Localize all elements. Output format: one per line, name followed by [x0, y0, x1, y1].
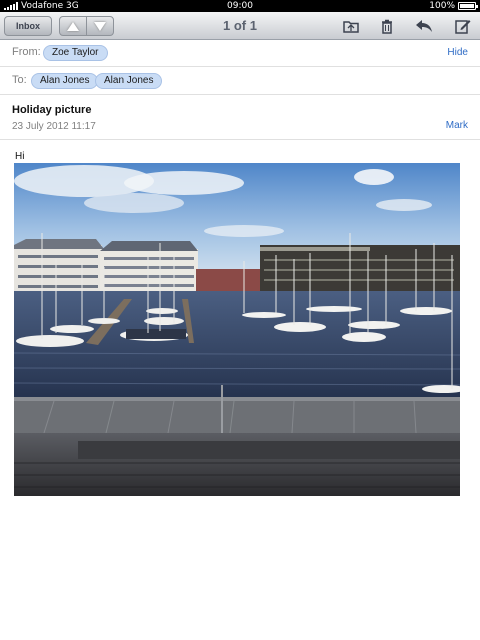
recipient-chip[interactable]: Alan Jones	[95, 73, 163, 89]
recipient-chip[interactable]: Alan Jones	[31, 73, 99, 89]
battery-info: 100%	[429, 1, 478, 11]
delete-button[interactable]	[378, 18, 396, 34]
reply-icon	[416, 20, 432, 32]
compose-icon	[455, 19, 471, 34]
previous-message-button[interactable]	[60, 17, 86, 35]
from-label: From:	[12, 46, 41, 58]
message-date: 23 July 2012 11:17	[12, 121, 96, 132]
from-row: From: Zoe Taylor Hide	[0, 40, 480, 67]
message-body: Hi	[15, 151, 25, 162]
compose-button[interactable]	[454, 18, 472, 34]
message-subject: Holiday picture	[12, 104, 92, 116]
mark-link[interactable]: Mark	[446, 120, 468, 131]
message-navigation	[59, 16, 114, 36]
trash-icon	[382, 19, 392, 34]
battery-percent: 100%	[429, 1, 455, 11]
to-label: To:	[12, 74, 27, 86]
chevron-up-icon	[67, 21, 79, 31]
to-row: To: Alan Jones Alan Jones	[0, 67, 480, 95]
mail-toolbar: Inbox 1 of 1	[0, 12, 480, 40]
subject-row: Holiday picture 23 July 2012 11:17 Mark	[0, 95, 480, 140]
inbox-button[interactable]: Inbox	[4, 16, 52, 36]
chevron-down-icon	[94, 21, 106, 31]
folder-icon	[343, 21, 359, 33]
next-message-button[interactable]	[86, 17, 113, 35]
status-bar: Vodafone 3G 09:00 100%	[0, 0, 480, 12]
hide-details-link[interactable]: Hide	[447, 47, 468, 58]
attached-photo[interactable]	[14, 163, 460, 496]
status-time: 09:00	[227, 1, 253, 11]
battery-icon	[458, 2, 478, 10]
sender-chip[interactable]: Zoe Taylor	[43, 45, 108, 61]
move-folder-button[interactable]	[342, 18, 360, 34]
reply-button[interactable]	[415, 18, 433, 34]
harbour-photo-image	[14, 163, 460, 496]
